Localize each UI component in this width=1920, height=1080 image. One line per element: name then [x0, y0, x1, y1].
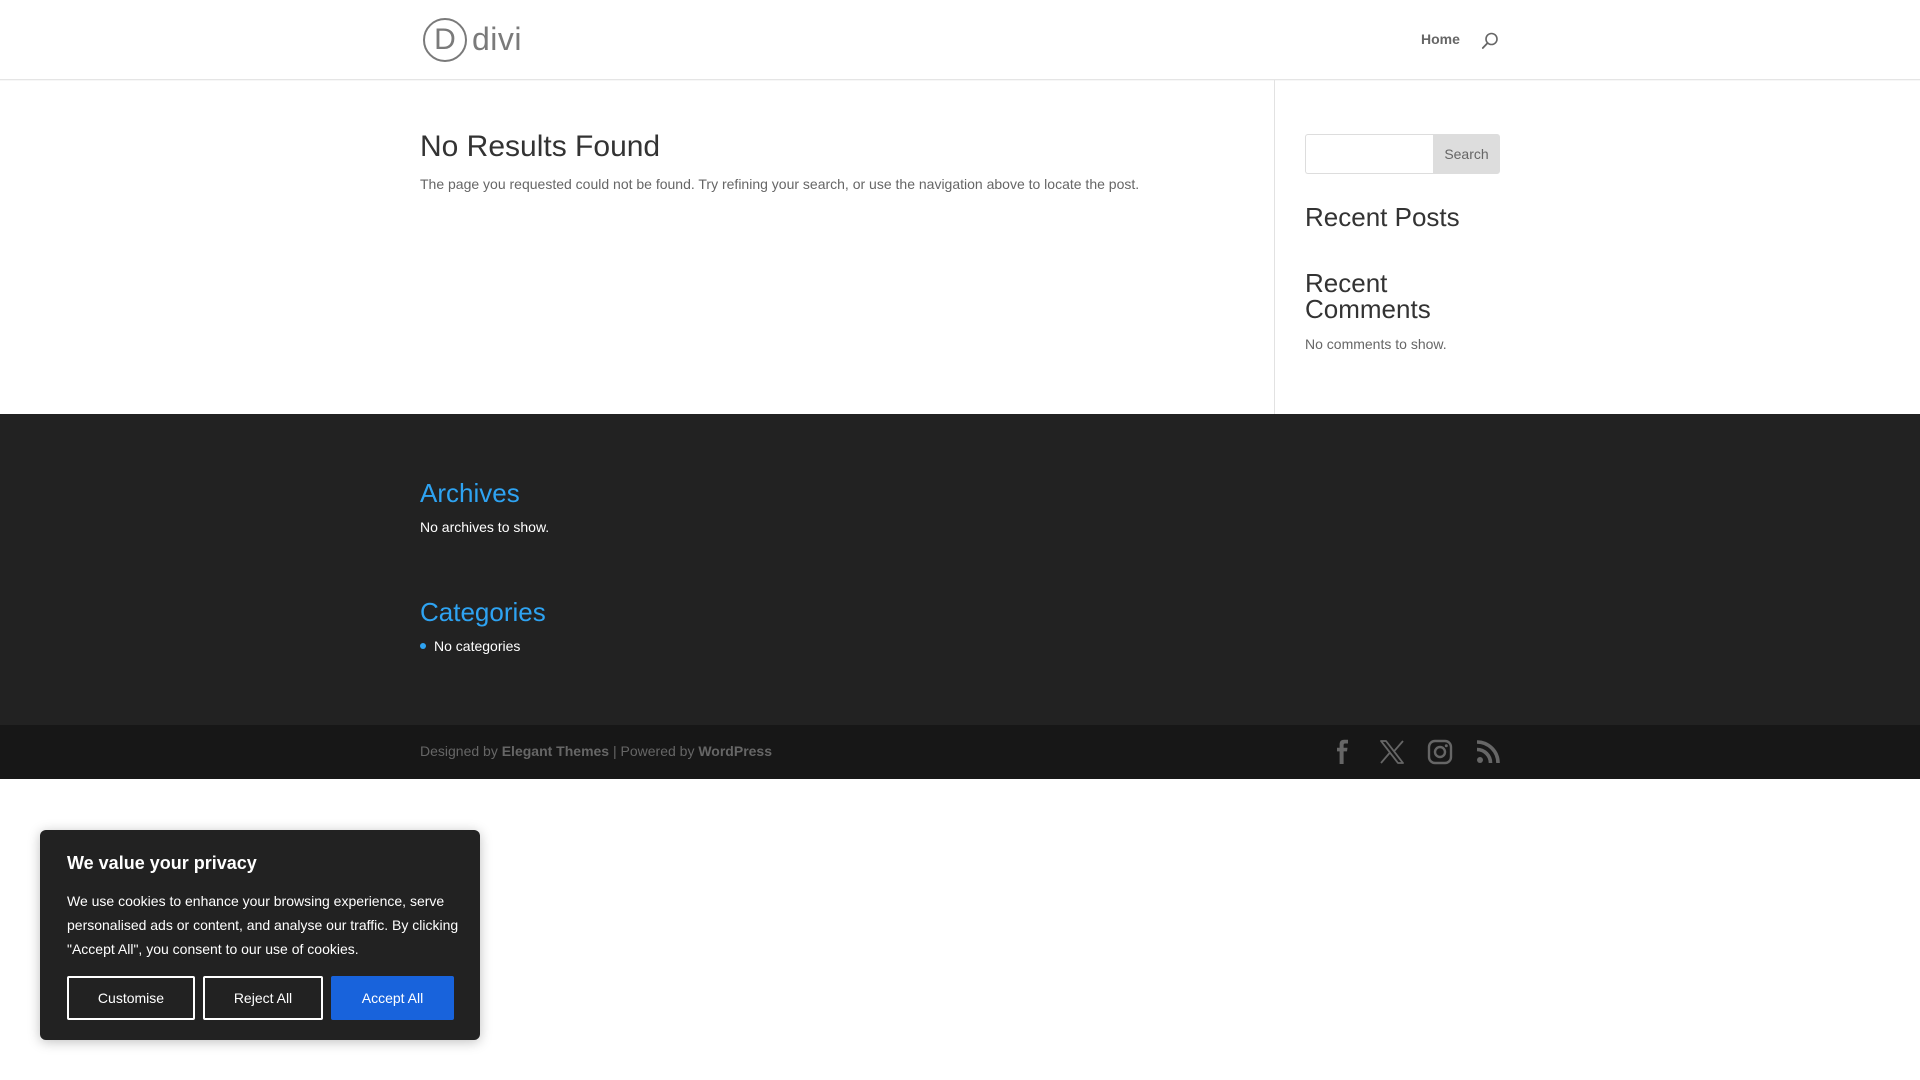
nav-home-link[interactable]: Home — [1421, 31, 1460, 47]
footer-bottom-bar — [0, 725, 1920, 779]
no-results-message: The page you requested could not be foun… — [420, 176, 1140, 192]
cookie-title: We value your privacy — [67, 853, 257, 873]
site-header: D divi Home — [0, 0, 1920, 80]
search-icon[interactable] — [1481, 32, 1499, 50]
sidebar-divider — [1274, 80, 1275, 414]
wordpress-link[interactable]: WordPress — [698, 743, 772, 759]
instagram-icon[interactable] — [1427, 739, 1453, 765]
x-icon[interactable] — [1379, 739, 1405, 765]
cookie-description: We use cookies to enhance your browsing … — [67, 893, 459, 957]
logo-text: divi — [472, 21, 523, 57]
categories-list-item: No categories — [420, 638, 520, 654]
categories-title: Categories — [420, 597, 546, 627]
archives-text: No archives to show. — [420, 519, 550, 535]
recent-posts-title: Recent Posts — [1305, 202, 1460, 232]
categories-item-text: No categories — [434, 638, 521, 654]
sidebar-search-form: Search — [1305, 134, 1500, 174]
bullet-icon — [420, 643, 426, 649]
archives-title: Archives — [420, 478, 520, 508]
sidebar-search-button[interactable]: Search — [1433, 134, 1500, 174]
recent-comments-title: Recent Comments — [1305, 268, 1431, 324]
site-logo[interactable]: D divi — [423, 17, 522, 63]
footer-credits: Designed by Elegant Themes | Powered by … — [420, 743, 772, 759]
credits-prefix: Designed by — [420, 743, 498, 759]
cookie-reject-all-button[interactable]: Reject All — [203, 976, 323, 1020]
cookie-customise-button[interactable]: Customise — [67, 976, 195, 1020]
cookie-consent-banner: We value your privacy We use cookies to … — [40, 830, 480, 1040]
rss-icon[interactable] — [1475, 739, 1501, 765]
sidebar-search-input[interactable] — [1305, 134, 1433, 174]
footer-widgets — [0, 414, 1920, 725]
facebook-icon[interactable] — [1330, 739, 1356, 765]
elegant-themes-link[interactable]: Elegant Themes — [502, 743, 609, 759]
credits-separator: | Powered by — [612, 743, 695, 759]
cookie-accept-all-button[interactable]: Accept All — [331, 976, 454, 1020]
page-title: No Results Found — [420, 130, 661, 163]
no-comments-text: No comments to show. — [1305, 336, 1447, 352]
logo-mark: D — [423, 18, 467, 62]
